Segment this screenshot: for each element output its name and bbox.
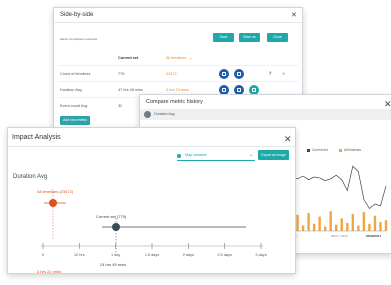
current-set-line [291, 165, 387, 210]
metric-line: Metric comparison overview [60, 37, 98, 41]
axis-tick-label: 0 [42, 253, 44, 257]
all-timelines-bar [362, 212, 366, 231]
legend-current: Current set [312, 148, 328, 152]
col-header-all[interactable]: All timelines [166, 56, 186, 60]
row-label-duration: Duration Avg [60, 88, 82, 92]
all-timelines-bar [373, 215, 377, 231]
all-timelines-bar [340, 218, 343, 231]
axis-tick-label: 2.5 days [217, 253, 231, 257]
compare-history-title: Compare metric history [146, 99, 203, 105]
axis-label-end: 05/09/2017 [366, 234, 382, 238]
row-all-duration: 3 hrs 23 mins [166, 88, 189, 92]
remove-icon[interactable]: ✕ [282, 71, 285, 76]
legend-all: All timelines [344, 148, 362, 152]
current-marker [112, 223, 120, 231]
row-divider [58, 65, 298, 66]
impact-analysis-button[interactable] [219, 69, 229, 79]
close-icon[interactable]: ✕ [291, 11, 297, 19]
axis-tick-label: 2 days [183, 253, 194, 257]
all-timelines-bar [346, 222, 349, 231]
all-marker [49, 199, 57, 207]
add-metric-button[interactable]: Add new metric [60, 116, 90, 125]
close-button[interactable]: Close [267, 33, 288, 42]
col-header-current: Current set [118, 56, 139, 60]
all-timelines-bar [335, 224, 338, 231]
axis-label-mid: 04/27 / 2017 [331, 234, 348, 238]
save-as-button[interactable]: Save as [239, 33, 260, 42]
all-timelines-bar [307, 213, 310, 231]
metric-icon [144, 111, 151, 118]
chevron-down-icon[interactable]: ⌄ [189, 55, 192, 60]
metric-label: Duration Avg [154, 112, 175, 116]
save-button[interactable]: Save [213, 33, 234, 42]
legend-swatch-current [307, 149, 310, 152]
axis-tick-label: 3 days [255, 253, 266, 257]
legend-swatch-all [339, 149, 342, 152]
all-timelines-bar [301, 225, 305, 231]
row-current-events: 32 [118, 104, 123, 108]
impact-analysis-window: Impact Analysis ✕ Map variable ⌄ Export … [7, 127, 296, 274]
axis-tick-label: 1.5 days [145, 253, 159, 257]
all-timelines-bar [368, 223, 371, 231]
all-timelines-bar [318, 216, 321, 231]
history-button[interactable] [234, 69, 244, 79]
row-current-duration: 47 hrs 46 mins [118, 88, 143, 92]
all-timelines-bar [312, 223, 316, 231]
current-set-value: 24 hrs 49 mins [100, 262, 127, 267]
row-label-events: Event count Avg [60, 104, 88, 108]
desktop-stage: Side-by-side ✕ Metric comparison overvie… [0, 0, 391, 285]
row-label-count: Count of timelines [60, 72, 91, 76]
all-timelines-label: All timelines (23472) [37, 189, 74, 194]
metric-row: Duration Avg [140, 109, 391, 120]
all-timelines-bar [296, 214, 299, 231]
pin-icon[interactable]: ⁋ [269, 71, 272, 76]
all-timelines-bar [329, 211, 332, 231]
row-current-count: 779 [118, 72, 125, 76]
row-all-count: 23472 [166, 72, 177, 76]
current-set-label: Current set (779) [96, 214, 127, 219]
axis-tick-label: 12 hrs [74, 253, 85, 257]
all-timelines-bar [384, 220, 388, 231]
all-timelines-bar [379, 222, 382, 231]
all-timelines-bar [357, 225, 360, 231]
all-timelines-bar [351, 213, 355, 231]
all-timelines-bar [323, 226, 327, 231]
side-by-side-title: Side-by-side [60, 12, 94, 18]
title-divider [54, 22, 302, 23]
axis-tick-label: 1 day [111, 253, 120, 257]
impact-chart: 0 12 hrs 1 day 1.5 days 2 days 2.5 days 3 days [41, 189, 267, 257]
all-timelines-value: 3 hrs 22 mins [37, 269, 62, 274]
row-divider [58, 81, 298, 82]
